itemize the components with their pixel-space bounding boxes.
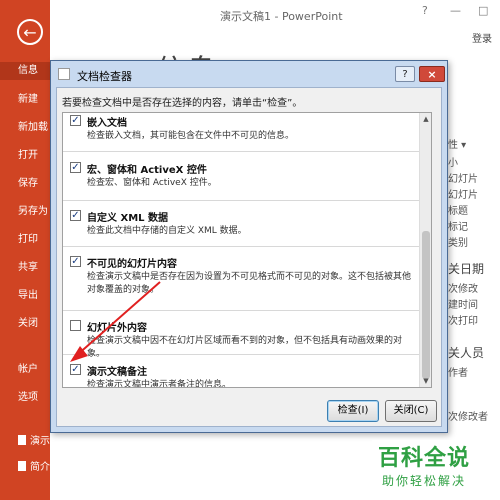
checkbox[interactable]: ✓ bbox=[70, 364, 81, 375]
sidebar-item-info[interactable]: 信息 bbox=[0, 62, 50, 80]
file-icon bbox=[18, 435, 26, 445]
item-name: 自定义 XML 数据 bbox=[87, 213, 168, 224]
recent-file[interactable]: 简介头图 bbox=[18, 458, 70, 473]
property-label: 次修改 bbox=[448, 284, 478, 295]
property-label: 作者 bbox=[448, 368, 468, 379]
sidebar-item-share[interactable]: 共享 bbox=[0, 258, 50, 273]
dialog-title: 文档检查器 bbox=[77, 70, 132, 83]
section-heading: 关人员 bbox=[448, 346, 485, 360]
sidebar-item-options[interactable]: 选项 bbox=[0, 388, 50, 403]
checkbox[interactable]: ✓ bbox=[70, 162, 81, 173]
scroll-down-icon[interactable]: ▼ bbox=[420, 375, 431, 387]
dialog-close-button[interactable]: × bbox=[419, 66, 445, 82]
property-label: 小 bbox=[448, 158, 458, 169]
list-item[interactable]: ✓ 不可见的幻灯片内容 检查演示文稿中是否存在因为设置为不可见格式而不可见的对象… bbox=[63, 247, 419, 311]
item-description: 检查演示文稿中演示者备注的信息。 bbox=[87, 380, 232, 388]
list-item[interactable]: ✓ 宏、窗体和 ActiveX 控件 检查宏、窗体和 ActiveX 控件。 bbox=[63, 153, 419, 201]
sidebar-item-new[interactable]: 新建 bbox=[0, 90, 50, 105]
item-description: 检查宏、窗体和 ActiveX 控件。 bbox=[87, 178, 217, 188]
sidebar-item-export[interactable]: 导出 bbox=[0, 286, 50, 301]
minimize-icon[interactable]: — bbox=[450, 4, 461, 17]
sidebar-item-open[interactable]: 打开 bbox=[0, 146, 50, 161]
property-label: 次打印 bbox=[448, 316, 478, 327]
recent-file[interactable]: 演示文稿1 bbox=[18, 432, 76, 447]
list-scrollbar[interactable]: ▲ ▼ bbox=[419, 113, 431, 387]
watermark-subtitle: 助你轻松解决 bbox=[382, 474, 467, 488]
help-icon[interactable]: ? bbox=[422, 4, 428, 17]
scroll-up-icon[interactable]: ▲ bbox=[420, 113, 431, 125]
document-inspector-dialog: 文档检查器 ? × 若要检查文档中是否存在选择的内容，请单击“检查”。 ✓ 嵌入… bbox=[50, 60, 448, 433]
dialog-body: 若要检查文档中是否存在选择的内容，请单击“检查”。 ✓ 嵌入文档 检查嵌入文档，… bbox=[56, 87, 442, 427]
watermark-logo: 百科全说 助你轻松解决 bbox=[372, 440, 500, 500]
list-item[interactable]: ✓ 自定义 XML 数据 检查此文档中存储的自定义 XML 数据。 bbox=[63, 201, 419, 247]
inspection-list[interactable]: ✓ 嵌入文档 检查嵌入文档，其可能包含在文件中不可见的信息。 ✓ 宏、窗体和 A… bbox=[62, 112, 432, 388]
item-name: 演示文稿备注 bbox=[87, 367, 147, 378]
sidebar-item-print[interactable]: 打印 bbox=[0, 230, 50, 245]
list-item[interactable]: ✓ 嵌入文档 检查嵌入文档，其可能包含在文件中不可见的信息。 bbox=[63, 113, 419, 152]
properties-label[interactable]: 性 ▾ bbox=[448, 136, 466, 151]
checkbox[interactable]: ✓ bbox=[70, 256, 81, 267]
checkbox[interactable]: ✓ bbox=[70, 115, 81, 126]
checkbox[interactable] bbox=[70, 320, 81, 331]
sidebar-item-close[interactable]: 关闭 bbox=[0, 314, 50, 329]
sidebar-item-addins[interactable]: 新加载 bbox=[0, 118, 50, 133]
property-label: 类别 bbox=[448, 238, 468, 249]
section-heading: 关日期 bbox=[448, 262, 485, 276]
close-button[interactable]: 关闭(C) bbox=[385, 400, 437, 422]
backstage-sidebar: ← 信息 新建 新加载 打开 保存 另存为 打印 共享 导出 关闭 帐户 选项 … bbox=[0, 0, 76, 500]
list-item[interactable]: 幻灯片外内容 检查演示文稿中因不在幻灯片区域而看不到的对象，但不包括具有动画效果… bbox=[63, 311, 419, 359]
item-description: 检查此文档中存储的自定义 XML 数据。 bbox=[87, 226, 247, 236]
item-name: 不可见的幻灯片内容 bbox=[87, 259, 177, 270]
sidebar-item-account[interactable]: 帐户 bbox=[0, 360, 50, 375]
list-item[interactable]: ✓ 演示文稿备注 检查演示文稿中演示者备注的信息。 bbox=[63, 355, 419, 388]
file-icon bbox=[18, 461, 26, 471]
property-label: 次修改者 bbox=[448, 412, 488, 423]
item-name: 幻灯片外内容 bbox=[87, 323, 147, 334]
property-label: 标题 bbox=[448, 206, 468, 217]
item-name: 嵌入文档 bbox=[87, 118, 127, 129]
login-link[interactable]: 登录 bbox=[472, 30, 492, 45]
watermark-title: 百科全说 bbox=[378, 446, 471, 471]
dialog-help-button[interactable]: ? bbox=[395, 66, 415, 82]
sidebar-item-save-as[interactable]: 另存为 bbox=[0, 202, 50, 217]
back-arrow-icon[interactable]: ← bbox=[17, 19, 43, 45]
document-icon bbox=[58, 68, 70, 80]
checkbox[interactable]: ✓ bbox=[70, 210, 81, 221]
item-name: 宏、窗体和 ActiveX 控件 bbox=[87, 165, 207, 176]
item-description: 检查嵌入文档，其可能包含在文件中不可见的信息。 bbox=[87, 131, 295, 141]
inspect-button[interactable]: 检查(I) bbox=[327, 400, 379, 422]
title-bar: 演示文稿1 - PowerPoint ? — □ bbox=[50, 0, 500, 30]
maximize-icon[interactable]: □ bbox=[478, 4, 488, 17]
property-label: 标记 bbox=[448, 222, 468, 233]
scroll-thumb[interactable] bbox=[422, 231, 430, 379]
property-label: 建时间 bbox=[448, 300, 478, 311]
sidebar-item-save[interactable]: 保存 bbox=[0, 174, 50, 189]
property-label: 幻灯片 bbox=[448, 174, 478, 185]
dialog-title-bar[interactable]: 文档检查器 ? × bbox=[51, 61, 447, 87]
window-title: 演示文稿1 - PowerPoint bbox=[220, 10, 343, 23]
property-label: 幻灯片 bbox=[448, 190, 478, 201]
item-description: 检查演示文稿中是否存在因为设置为不可见格式而不可见的对象。这不包括被其他对象覆盖… bbox=[87, 272, 412, 295]
dialog-instruction: 若要检查文档中是否存在选择的内容，请单击“检查”。 bbox=[62, 98, 303, 109]
